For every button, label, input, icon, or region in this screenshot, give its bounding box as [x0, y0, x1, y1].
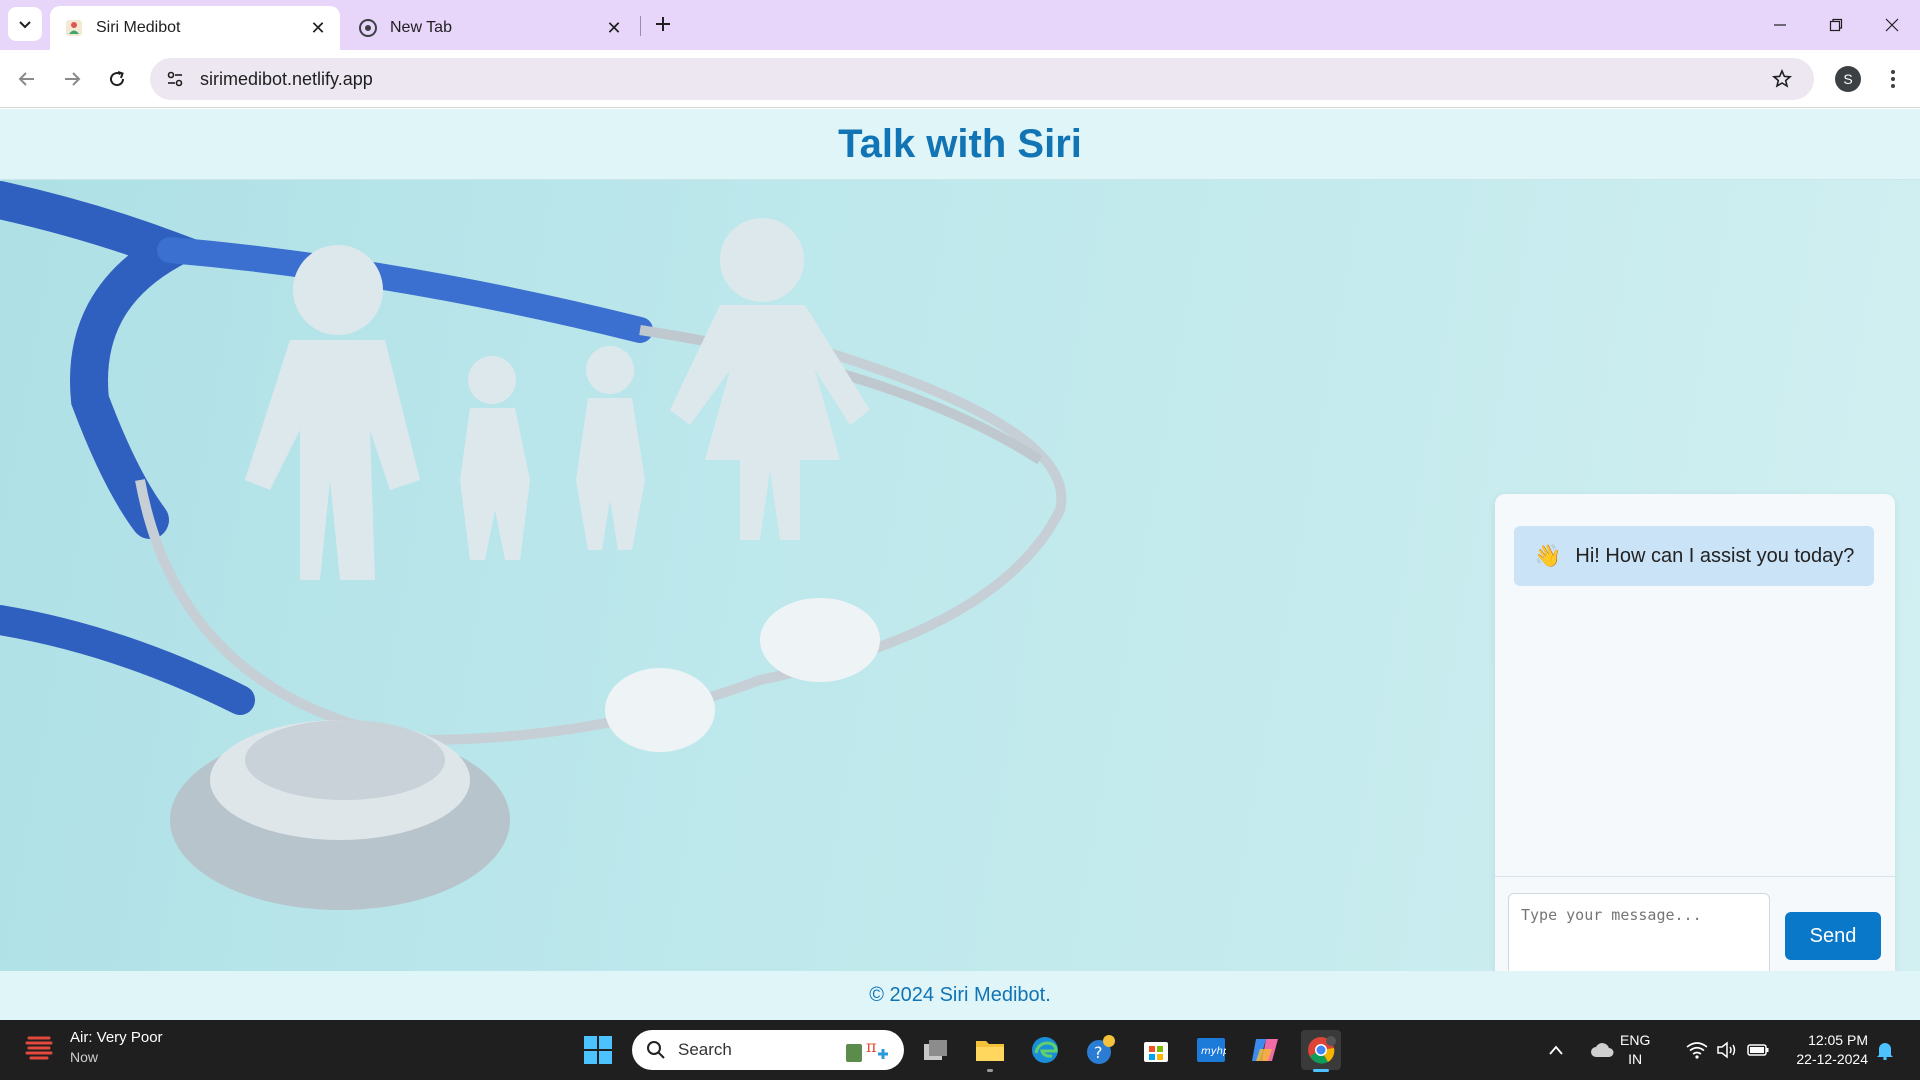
reload-icon	[110, 71, 125, 87]
close-window-button[interactable]	[1864, 0, 1920, 50]
start-button[interactable]	[583, 1035, 613, 1065]
reload-button[interactable]	[99, 61, 135, 97]
language-indicator[interactable]: ENG IN	[1620, 1031, 1650, 1069]
cloud-icon	[1591, 1043, 1614, 1057]
clock-time: 12:05 PM	[1808, 1032, 1868, 1048]
restore-button[interactable]	[1808, 0, 1864, 50]
tab-search-button[interactable]	[8, 7, 42, 41]
chat-panel: 👋 Hi! How can I assist you today? Send	[1495, 494, 1895, 971]
language-region: IN	[1628, 1051, 1643, 1067]
browser-toolbar: sirimedibot.netlify.app S	[0, 50, 1920, 108]
wifi-icon	[1686, 1042, 1708, 1059]
clock-date: 22-12-2024	[1796, 1051, 1868, 1067]
windows-logo-icon	[584, 1036, 612, 1064]
chat-messages: 👋 Hi! How can I assist you today?	[1495, 494, 1895, 877]
copilot-button[interactable]	[1246, 1030, 1286, 1070]
send-button[interactable]: Send	[1785, 912, 1881, 960]
taskbar-clock[interactable]: 12:05 PM 22-12-2024	[1776, 1031, 1868, 1069]
footer-copyright: © 2024 Siri Medibot.	[869, 984, 1051, 1006]
file-explorer-icon	[976, 1041, 1004, 1061]
page-header: Talk with Siri	[0, 109, 1920, 180]
browser-menu-button[interactable]	[1878, 64, 1908, 94]
tab-siri-medibot[interactable]: Siri Medibot ✕	[50, 6, 340, 50]
myhp-icon: myhp	[1197, 1038, 1226, 1062]
wifi-button[interactable]	[1686, 1020, 1708, 1080]
close-tab-icon[interactable]: ✕	[304, 14, 332, 42]
minimize-icon	[1774, 24, 1786, 26]
weather-subtitle: Now	[70, 1049, 99, 1065]
new-tab-button[interactable]	[648, 9, 678, 39]
notifications-button[interactable]	[1876, 1020, 1894, 1080]
edge-button[interactable]	[1025, 1030, 1065, 1070]
taskbar: Air: Very Poor Now Search π ? myhp	[0, 1020, 1920, 1080]
svg-text:myhp: myhp	[1201, 1046, 1226, 1057]
file-explorer-button[interactable]	[970, 1030, 1010, 1072]
task-view-button[interactable]	[916, 1030, 956, 1070]
chevron-up-icon	[1549, 1045, 1563, 1055]
onedrive-button[interactable]	[1590, 1020, 1614, 1080]
svg-text:?: ?	[1094, 1043, 1103, 1062]
back-arrow-icon	[18, 72, 34, 86]
close-tab-icon[interactable]: ✕	[600, 14, 628, 42]
chrome-icon	[1308, 1036, 1336, 1064]
page-footer: © 2024 Siri Medibot.	[0, 971, 1920, 1020]
language-code: ENG	[1620, 1032, 1651, 1048]
waving-hand-icon: 👋	[1534, 543, 1562, 568]
tab-title: Siri Medibot	[96, 19, 181, 36]
web-page: Talk with Siri 👋 Hi! How can I assist yo…	[0, 109, 1920, 1020]
svg-text:π: π	[866, 1037, 877, 1056]
weather-title: Air: Very Poor	[70, 1029, 163, 1046]
chrome-button[interactable]	[1301, 1030, 1341, 1072]
bookmark-button[interactable]	[1762, 59, 1802, 99]
restore-icon	[1829, 18, 1843, 32]
forward-button[interactable]	[54, 61, 90, 97]
calculator-pi-icon: π	[844, 1036, 892, 1064]
task-view-icon	[924, 1040, 947, 1060]
message-input[interactable]	[1508, 893, 1770, 971]
back-button[interactable]	[9, 61, 45, 97]
volume-icon	[1717, 1041, 1736, 1059]
battery-icon	[1747, 1044, 1769, 1056]
window-controls	[1752, 0, 1920, 50]
tune-icon	[167, 71, 183, 87]
tab-new-tab[interactable]: New Tab ✕	[346, 6, 636, 50]
edge-icon	[1032, 1037, 1058, 1063]
url-text[interactable]: sirimedibot.netlify.app	[200, 69, 1762, 90]
chevron-down-icon	[19, 21, 31, 29]
browser-tabstrip: Siri Medibot ✕ New Tab ✕	[0, 0, 1920, 50]
get-help-button[interactable]: ?	[1081, 1030, 1121, 1070]
bell-icon	[1877, 1043, 1893, 1060]
medibot-favicon-icon	[64, 18, 84, 38]
chrome-favicon-icon	[358, 18, 378, 38]
tray-overflow-button[interactable]	[1548, 1020, 1564, 1080]
page-title: Talk with Siri	[838, 121, 1082, 166]
microsoft-store-icon	[1144, 1042, 1168, 1062]
address-bar[interactable]: sirimedibot.netlify.app	[150, 58, 1814, 100]
weather-widget[interactable]: Air: Very Poor Now	[20, 1028, 163, 1066]
myhp-button[interactable]: myhp	[1191, 1030, 1231, 1070]
microsoft-store-button[interactable]	[1136, 1030, 1176, 1070]
copilot-icon	[1252, 1039, 1278, 1061]
volume-button[interactable]	[1716, 1020, 1738, 1080]
air-quality-icon	[20, 1028, 58, 1066]
star-icon	[1772, 69, 1792, 88]
search-placeholder: Search	[678, 1040, 732, 1059]
bot-message: 👋 Hi! How can I assist you today?	[1514, 526, 1874, 586]
tab-divider	[640, 16, 641, 36]
taskbar-search[interactable]: Search π	[632, 1030, 904, 1070]
minimize-button[interactable]	[1752, 0, 1808, 50]
battery-button[interactable]	[1747, 1020, 1769, 1080]
profile-avatar[interactable]: S	[1835, 66, 1861, 92]
tab-title: New Tab	[390, 19, 452, 36]
kebab-menu-icon	[1891, 70, 1895, 88]
bot-message-text: Hi! How can I assist you today?	[1575, 544, 1855, 567]
search-icon	[646, 1040, 666, 1060]
forward-arrow-icon	[65, 72, 81, 86]
get-help-icon: ?	[1087, 1035, 1115, 1064]
close-icon	[1885, 18, 1899, 32]
plus-icon	[656, 17, 670, 31]
site-info-button[interactable]	[154, 58, 196, 100]
